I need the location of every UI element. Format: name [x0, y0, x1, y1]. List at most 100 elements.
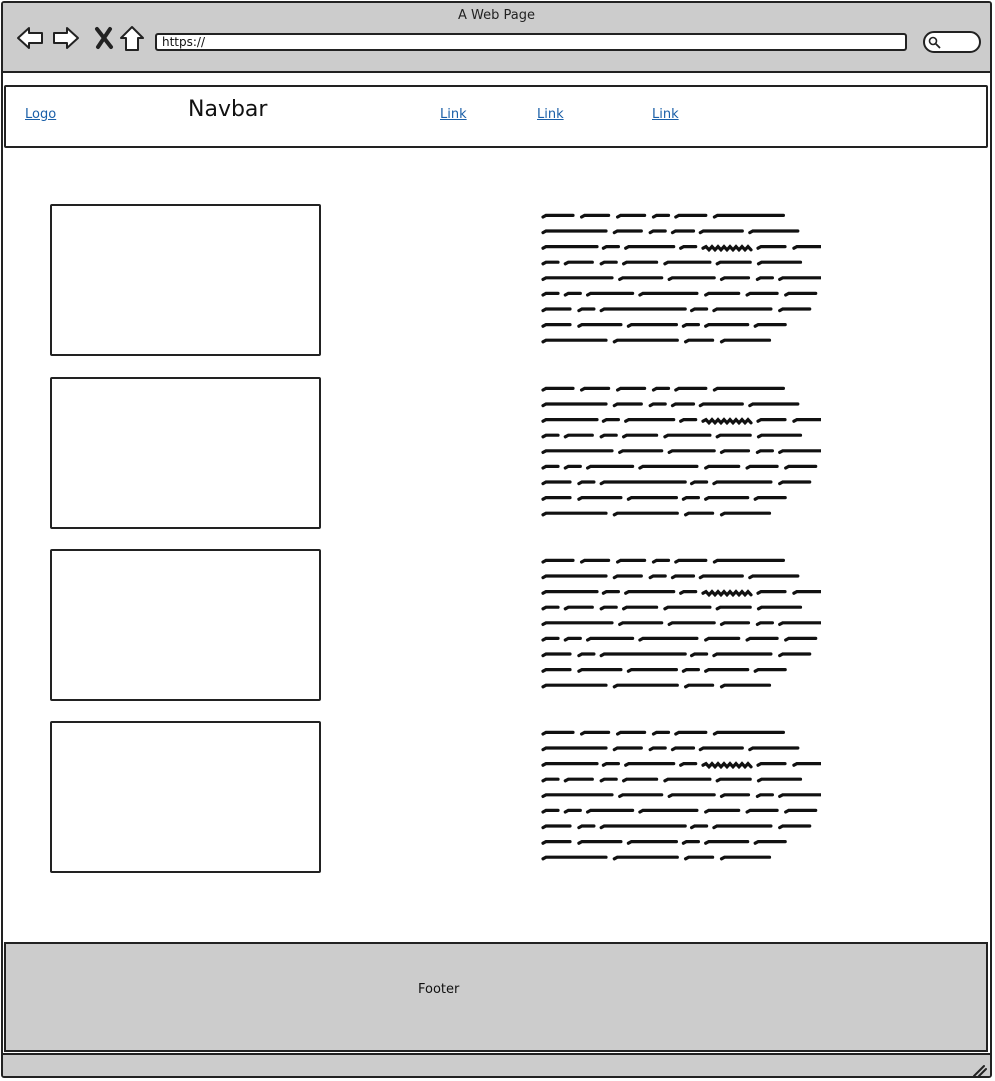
back-arrow-icon[interactable]	[15, 23, 45, 53]
scribble-word	[651, 386, 671, 392]
scribble-word	[577, 652, 596, 658]
nav-link-2[interactable]: Link	[537, 107, 564, 122]
scribble-word	[563, 636, 582, 642]
scribble-word	[712, 213, 785, 219]
scribble-word	[601, 245, 620, 250]
scribble-word	[624, 245, 676, 250]
scribble-word	[541, 605, 560, 611]
scribble-word	[601, 590, 620, 595]
scribble-word	[690, 652, 709, 658]
scribble-word	[792, 245, 821, 250]
scribble-word	[701, 761, 753, 770]
logo-link[interactable]: Logo	[25, 107, 56, 122]
scribble-word	[755, 276, 774, 281]
scribble-word	[756, 605, 803, 611]
scribble-word	[778, 307, 812, 313]
scribble-word	[541, 855, 608, 861]
nav-link-3[interactable]: Link	[652, 107, 679, 122]
scribble-word	[704, 323, 750, 328]
scribble-word	[541, 730, 575, 736]
scribble-word	[719, 683, 772, 689]
scribble-word	[755, 449, 774, 454]
scribble-word	[541, 480, 572, 486]
scribble-word	[586, 636, 635, 642]
scribble-word	[622, 605, 659, 611]
scribble-word	[778, 652, 812, 658]
scribble-word	[784, 464, 818, 470]
scribble-word	[580, 558, 611, 564]
scribble-word	[679, 245, 698, 250]
scribble-word	[698, 746, 744, 752]
scribble-word	[612, 574, 643, 580]
scribble-word	[541, 213, 575, 219]
scribble-word	[651, 213, 671, 219]
scribble-word	[753, 323, 787, 328]
scribble-word	[599, 652, 687, 658]
scribble-word	[715, 260, 752, 266]
scribble-word	[778, 276, 821, 281]
nav-link-1[interactable]: Link	[440, 107, 467, 122]
scribble-word	[679, 418, 698, 423]
scribble-word	[670, 229, 696, 235]
scribble-word	[599, 605, 618, 611]
scribble-word	[756, 245, 787, 250]
scribble-word	[679, 762, 698, 767]
scribble-word	[679, 590, 698, 595]
scribble-word	[648, 402, 667, 408]
text-block-2	[541, 382, 821, 522]
scribble-word	[648, 574, 667, 580]
scribble-word	[612, 855, 679, 861]
scribble-word	[618, 449, 664, 454]
scribble-word	[622, 433, 659, 439]
scribble-word	[704, 496, 750, 501]
scribble-word	[719, 855, 772, 861]
scribble-word	[712, 652, 773, 658]
scribble-word	[663, 777, 712, 783]
search-box[interactable]	[923, 31, 981, 53]
scribble-word	[712, 386, 785, 392]
scribble-word	[626, 840, 678, 845]
scribble-word	[638, 464, 699, 470]
scribble-word	[690, 480, 709, 486]
scribble-word	[580, 730, 611, 736]
close-x-icon[interactable]	[89, 23, 119, 53]
scribble-word	[784, 808, 818, 814]
scribble-word	[792, 418, 821, 423]
scribble-word	[541, 762, 599, 767]
scribble-word	[601, 418, 620, 423]
url-bar[interactable]: https://	[155, 33, 907, 51]
scribble-word	[541, 636, 560, 642]
scribble-word	[541, 307, 572, 313]
scribble-word	[681, 840, 700, 845]
scribble-word	[670, 746, 696, 752]
scribble-word	[745, 636, 779, 642]
scribble-word	[670, 574, 696, 580]
home-icon[interactable]	[117, 23, 147, 53]
resize-handle-icon[interactable]	[971, 1063, 987, 1076]
url-text: https://	[162, 35, 206, 49]
scribble-word	[563, 464, 582, 470]
scribble-word	[541, 746, 608, 752]
scribble-word	[651, 730, 671, 736]
scribble-word	[719, 793, 751, 798]
forward-arrow-icon[interactable]	[51, 23, 81, 53]
scribble-word	[616, 213, 647, 219]
scribble-word	[626, 323, 678, 328]
scribble-word	[681, 323, 700, 328]
scribble-word	[622, 260, 659, 266]
scribble-word	[541, 824, 572, 830]
scribble-word	[674, 386, 708, 392]
scribble-word	[541, 245, 599, 250]
scribble-word	[674, 213, 708, 219]
scribble-word	[580, 213, 611, 219]
scribble-word	[624, 418, 676, 423]
scribble-word	[715, 433, 752, 439]
scribble-word	[778, 449, 821, 454]
scribble-word	[541, 496, 572, 501]
scribble-word	[577, 668, 623, 673]
scribble-word	[756, 590, 787, 595]
scribble-word	[715, 605, 752, 611]
scribble-word	[712, 558, 785, 564]
text-block-4	[541, 726, 821, 866]
scribble-word	[599, 307, 687, 313]
